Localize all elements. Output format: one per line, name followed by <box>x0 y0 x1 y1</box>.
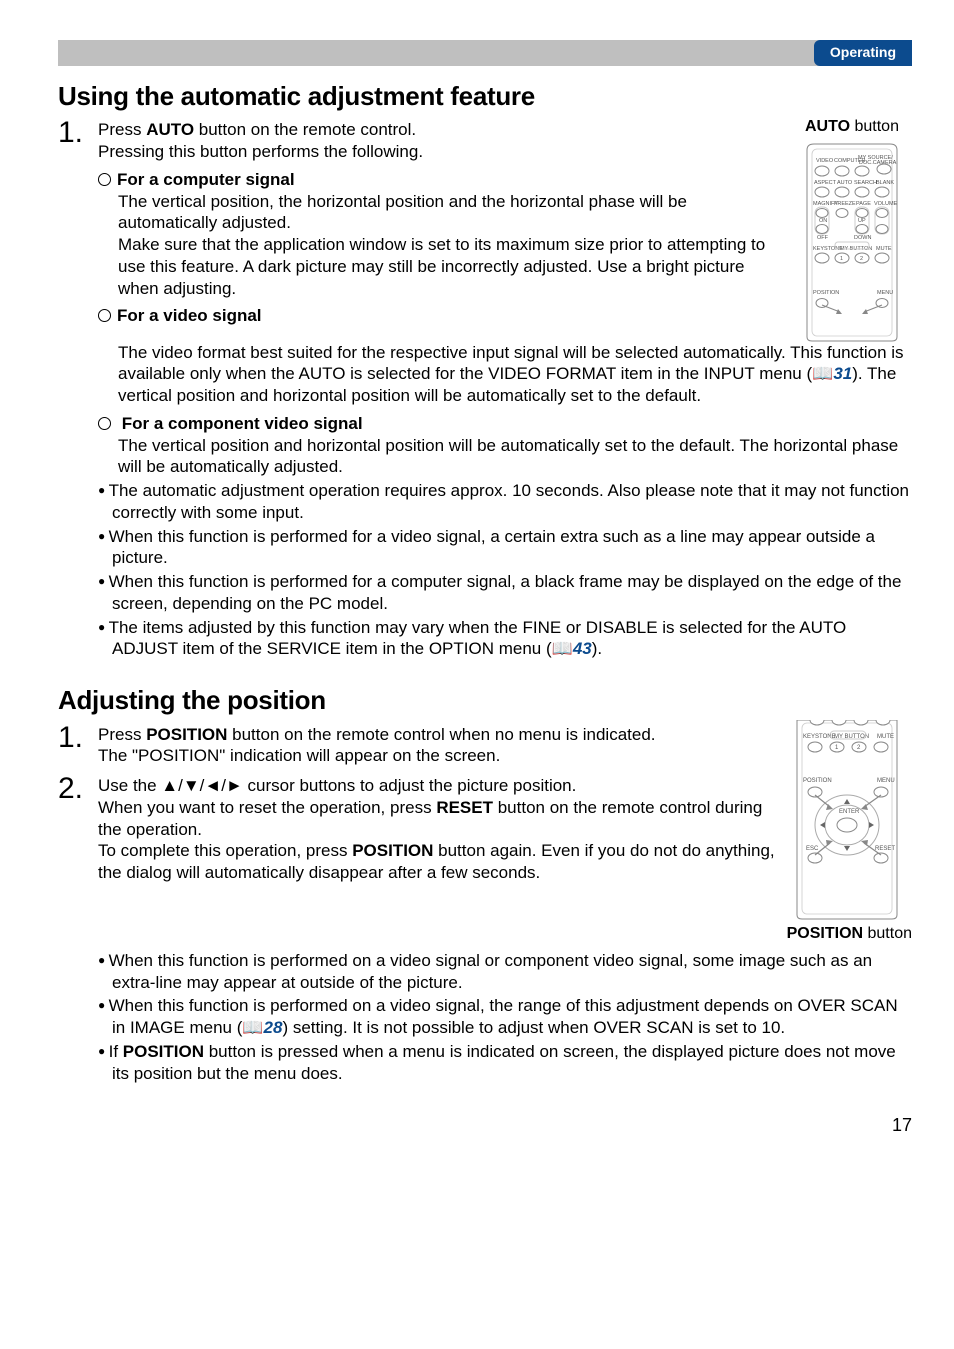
section-title-auto: Using the automatic adjustment feature <box>58 80 912 113</box>
bullet-item: The items adjusted by this function may … <box>98 617 912 661</box>
step-text: button on the remote control. <box>194 120 416 139</box>
svg-text:RESET: RESET <box>875 846 895 852</box>
sub-head-computer: For a computer signal <box>98 169 912 191</box>
auto-button-caption: AUTO button <box>792 117 912 137</box>
sub-body-video: The video format best suited for the res… <box>118 342 912 407</box>
svg-text:VIDEO: VIDEO <box>816 158 834 164</box>
book-icon: 📖 <box>552 639 573 658</box>
svg-text:PAGE: PAGE <box>856 201 871 207</box>
svg-text:1: 1 <box>840 256 843 262</box>
position-button-caption: POSITION button <box>787 924 912 944</box>
page-number: 17 <box>58 1114 912 1137</box>
auto-button-illustration: AUTO button VIDEOCOMPUTER MY SOURCE/DOC.… <box>792 117 912 341</box>
svg-text:MENU: MENU <box>877 290 893 296</box>
book-icon: 📖 <box>812 364 833 383</box>
svg-text:MUTE: MUTE <box>877 734 894 740</box>
pos-step-1: 1. Press POSITION button on the remote c… <box>58 724 777 768</box>
step-text: When you want to reset the operation, pr… <box>98 798 436 817</box>
step-text: Press <box>98 725 146 744</box>
svg-text:ESC: ESC <box>806 846 819 852</box>
svg-text:SEARCH: SEARCH <box>854 180 877 186</box>
svg-text:OFF: OFF <box>817 235 829 241</box>
pos-step-2: 2. Use the ▲/▼/◄/► cursor buttons to adj… <box>58 775 777 884</box>
step-text: button on the remote control when no men… <box>227 725 655 744</box>
svg-text:FREEZE: FREEZE <box>834 201 856 207</box>
bullet-item: When this function is performed for a vi… <box>98 526 912 570</box>
step-number: 1. <box>58 119 98 146</box>
reset-btn-label: RESET <box>436 798 493 817</box>
page-ref-31: 31 <box>833 364 852 383</box>
position-btn-label: POSITION <box>352 841 433 860</box>
svg-text:DOWN: DOWN <box>854 235 871 241</box>
svg-text:MUTE: MUTE <box>876 246 892 252</box>
step-text: The "POSITION" indication will appear on… <box>98 745 777 767</box>
svg-text:ASPECT: ASPECT <box>814 180 837 186</box>
svg-text:UP: UP <box>858 218 866 224</box>
svg-text:ENTER: ENTER <box>839 809 860 815</box>
sub-body-component: The vertical position and horizontal pos… <box>118 435 912 479</box>
step-1: 1. Press AUTO button on the remote contr… <box>58 119 782 163</box>
step-text: To complete this operation, press <box>98 841 352 860</box>
step-number: 1. <box>58 724 98 751</box>
book-icon: 📖 <box>242 1018 263 1037</box>
svg-text:POSITION: POSITION <box>813 290 839 296</box>
svg-text:MENU: MENU <box>877 778 895 784</box>
bullet-item: When this function is performed on a vid… <box>98 995 912 1039</box>
remote-control-icon: VIDEOCOMPUTER MY SOURCE/DOC.CAMERA ASPEC… <box>792 142 912 342</box>
position-btn-label: POSITION <box>123 1042 204 1061</box>
svg-text:DOC.CAMERA: DOC.CAMERA <box>859 160 897 166</box>
step-text-line2: Pressing this button performs the follow… <box>98 141 782 163</box>
step-text-line1: Press <box>98 120 146 139</box>
svg-text:2: 2 <box>860 256 863 262</box>
svg-text:POSITION: POSITION <box>803 778 832 784</box>
step-text: Use the ▲/▼/◄/► cursor buttons to adjust… <box>98 775 777 797</box>
svg-text:VOLUME: VOLUME <box>874 201 898 207</box>
section-badge: Operating <box>814 40 912 66</box>
bullet-item: When this function is performed for a co… <box>98 571 912 615</box>
remote-control-icon: KEYSTONEMY BUTTONMUTE 12 POSITIONMENU EN… <box>787 720 912 920</box>
sub-head-video: For a video signal <box>98 305 912 327</box>
page-ref-43: 43 <box>573 639 592 658</box>
position-button-illustration: KEYSTONEMY BUTTONMUTE 12 POSITIONMENU EN… <box>787 720 912 948</box>
bullet-item: If POSITION button is pressed when a men… <box>98 1041 912 1085</box>
bullet-item: When this function is performed on a vid… <box>98 950 912 994</box>
page-ref-28: 28 <box>264 1018 283 1037</box>
sub-head-component: For a component video signal <box>98 413 912 435</box>
auto-btn-label: AUTO <box>146 120 194 139</box>
bullet-item: The automatic adjustment operation requi… <box>98 480 912 524</box>
svg-text:AUTO: AUTO <box>837 180 853 186</box>
header-bar: Operating <box>58 40 912 66</box>
section-title-position: Adjusting the position <box>58 684 912 717</box>
svg-text:BLANK: BLANK <box>876 180 894 186</box>
step-number: 2. <box>58 775 98 802</box>
svg-text:ON: ON <box>819 218 827 224</box>
position-btn-label: POSITION <box>146 725 227 744</box>
